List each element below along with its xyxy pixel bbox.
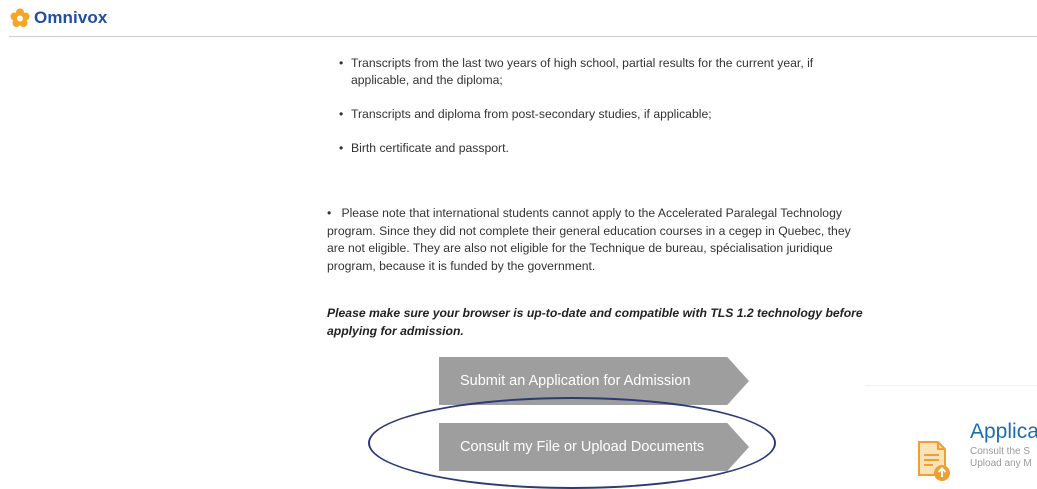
- application-card[interactable]: Applica Consult the S Upload any M: [913, 420, 1037, 482]
- list-item: • Transcripts and diploma from post-secon…: [327, 106, 867, 123]
- document-item-text: Transcripts from the last two years of h…: [351, 56, 814, 87]
- bullet-icon: •: [339, 56, 344, 70]
- document-item-text: Transcripts and diploma from post-second…: [351, 107, 712, 121]
- consult-file-button[interactable]: Consult my File or Upload Documents: [439, 423, 749, 471]
- document-list: • Transcripts from the last two years of …: [327, 55, 867, 157]
- card-title: Applica: [970, 420, 1037, 443]
- list-item: • Birth certificate and passport.: [327, 140, 867, 157]
- document-item-text: Birth certificate and passport.: [351, 141, 509, 155]
- header-divider: [9, 36, 1037, 37]
- omnivox-logo[interactable]: Omnivox: [10, 8, 107, 28]
- note-text: Please note that international students …: [327, 206, 851, 273]
- brand-name: Omnivox: [34, 8, 108, 27]
- flower-logo-icon: [10, 8, 30, 27]
- list-item: • Transcripts from the last two years of …: [327, 55, 867, 89]
- required-documents: • Transcripts from the last two years of …: [327, 55, 867, 174]
- card-line: Upload any M: [970, 458, 1032, 469]
- bullet-icon: •: [327, 206, 332, 220]
- international-note: • Please note that international student…: [327, 205, 867, 275]
- tls-notice: Please make sure your browser is up-to-d…: [327, 306, 863, 338]
- side-divider: [865, 385, 1037, 386]
- card-line: Consult the S: [970, 446, 1031, 457]
- bullet-icon: •: [339, 107, 344, 121]
- submit-application-button[interactable]: Submit an Application for Admission: [439, 357, 749, 405]
- header: Omnivox: [0, 0, 1037, 38]
- card-description: Consult the S Upload any M: [970, 446, 1032, 470]
- document-upload-icon: [918, 441, 950, 481]
- bullet-icon: •: [339, 141, 344, 155]
